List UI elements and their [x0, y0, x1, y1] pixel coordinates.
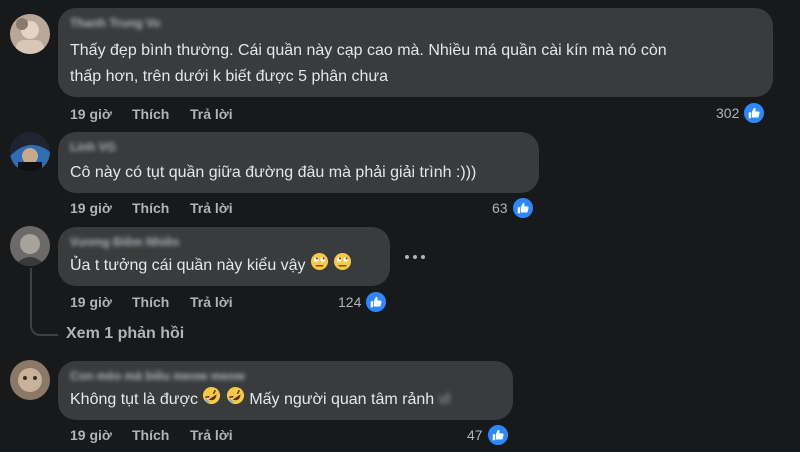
avatar[interactable] [10, 132, 50, 172]
comment-time[interactable]: 19 giờ [70, 200, 112, 216]
comment-author[interactable]: Con mèo mà biêu meow meow [70, 369, 245, 383]
avatar[interactable] [10, 14, 50, 54]
reaction-summary[interactable]: 47 [467, 423, 510, 447]
comment-text: Mấy người quan tâm rảnh [249, 391, 435, 409]
reply-thread-line [30, 268, 58, 336]
avatar-image [10, 360, 50, 400]
avatar[interactable] [10, 360, 50, 400]
comment-text: Không tụt là được [70, 391, 198, 409]
like-icon [742, 101, 767, 125]
comment-time[interactable]: 19 giờ [70, 427, 112, 443]
face-with-rolling-eyes-icon [310, 252, 329, 280]
avatar-image [10, 226, 50, 266]
avatar-image [10, 132, 50, 172]
like-icon [485, 423, 510, 447]
reply-button[interactable]: Trả lời [190, 427, 233, 443]
comment-text-line: Cô này có tụt quần giữa đường đâu mà phả… [70, 164, 477, 181]
like-button[interactable]: Thích [132, 427, 169, 443]
censored-word: vl [438, 391, 451, 409]
comment-text-line: Không tụt là được Mấy người quan tâm rản… [70, 386, 450, 414]
face-with-rolling-eyes-icon [333, 252, 352, 280]
comment-text-line: thấp hơn, trên dưới k biết được 5 phân c… [70, 68, 389, 85]
avatar-image [10, 14, 50, 54]
like-icon [510, 196, 535, 220]
comment-text-line: Thấy đẹp bình thường. Cái quần này cạp c… [70, 42, 667, 59]
rolling-on-floor-laughing-icon [202, 386, 221, 414]
reply-button[interactable]: Trả lời [190, 106, 233, 122]
reply-button[interactable]: Trả lời [190, 200, 233, 216]
reaction-summary[interactable]: 124 [338, 290, 389, 314]
comment-bubble: Vương Điềm Nhiên Ủa t tưởng cái quần này… [58, 227, 390, 286]
reaction-summary[interactable]: 302 [716, 101, 767, 125]
like-icon [364, 290, 389, 314]
avatar[interactable] [10, 226, 50, 266]
rolling-on-floor-laughing-icon [226, 386, 245, 414]
more-options-icon[interactable] [404, 244, 426, 265]
reply-button[interactable]: Trả lời [190, 294, 233, 310]
like-button[interactable]: Thích [132, 106, 169, 122]
like-button[interactable]: Thích [132, 200, 169, 216]
comment-text-line: Ủa t tưởng cái quần này kiểu vậy [70, 252, 352, 280]
like-button[interactable]: Thích [132, 294, 169, 310]
comment-author[interactable]: Vương Điềm Nhiên [70, 235, 179, 249]
comment-time[interactable]: 19 giờ [70, 294, 112, 310]
comment-bubble: Linh VG Cô này có tụt quần giữa đường đâ… [58, 132, 539, 193]
comment-bubble: Thanh Trung Vo Thấy đẹp bình thường. Cái… [58, 8, 773, 97]
reaction-count: 63 [492, 200, 508, 216]
reaction-count: 302 [716, 105, 740, 121]
reaction-count: 124 [338, 294, 362, 310]
comment-time[interactable]: 19 giờ [70, 106, 112, 122]
view-replies-link[interactable]: Xem 1 phản hồi [66, 325, 184, 343]
comment-author[interactable]: Thanh Trung Vo [70, 16, 160, 30]
comment-bubble: Con mèo mà biêu meow meow Không tụt là đ… [58, 361, 513, 420]
reaction-summary[interactable]: 63 [492, 196, 535, 220]
reaction-count: 47 [467, 427, 483, 443]
comment-text: Ủa t tưởng cái quần này kiểu vậy [70, 257, 306, 275]
comment-author[interactable]: Linh VG [70, 140, 116, 154]
